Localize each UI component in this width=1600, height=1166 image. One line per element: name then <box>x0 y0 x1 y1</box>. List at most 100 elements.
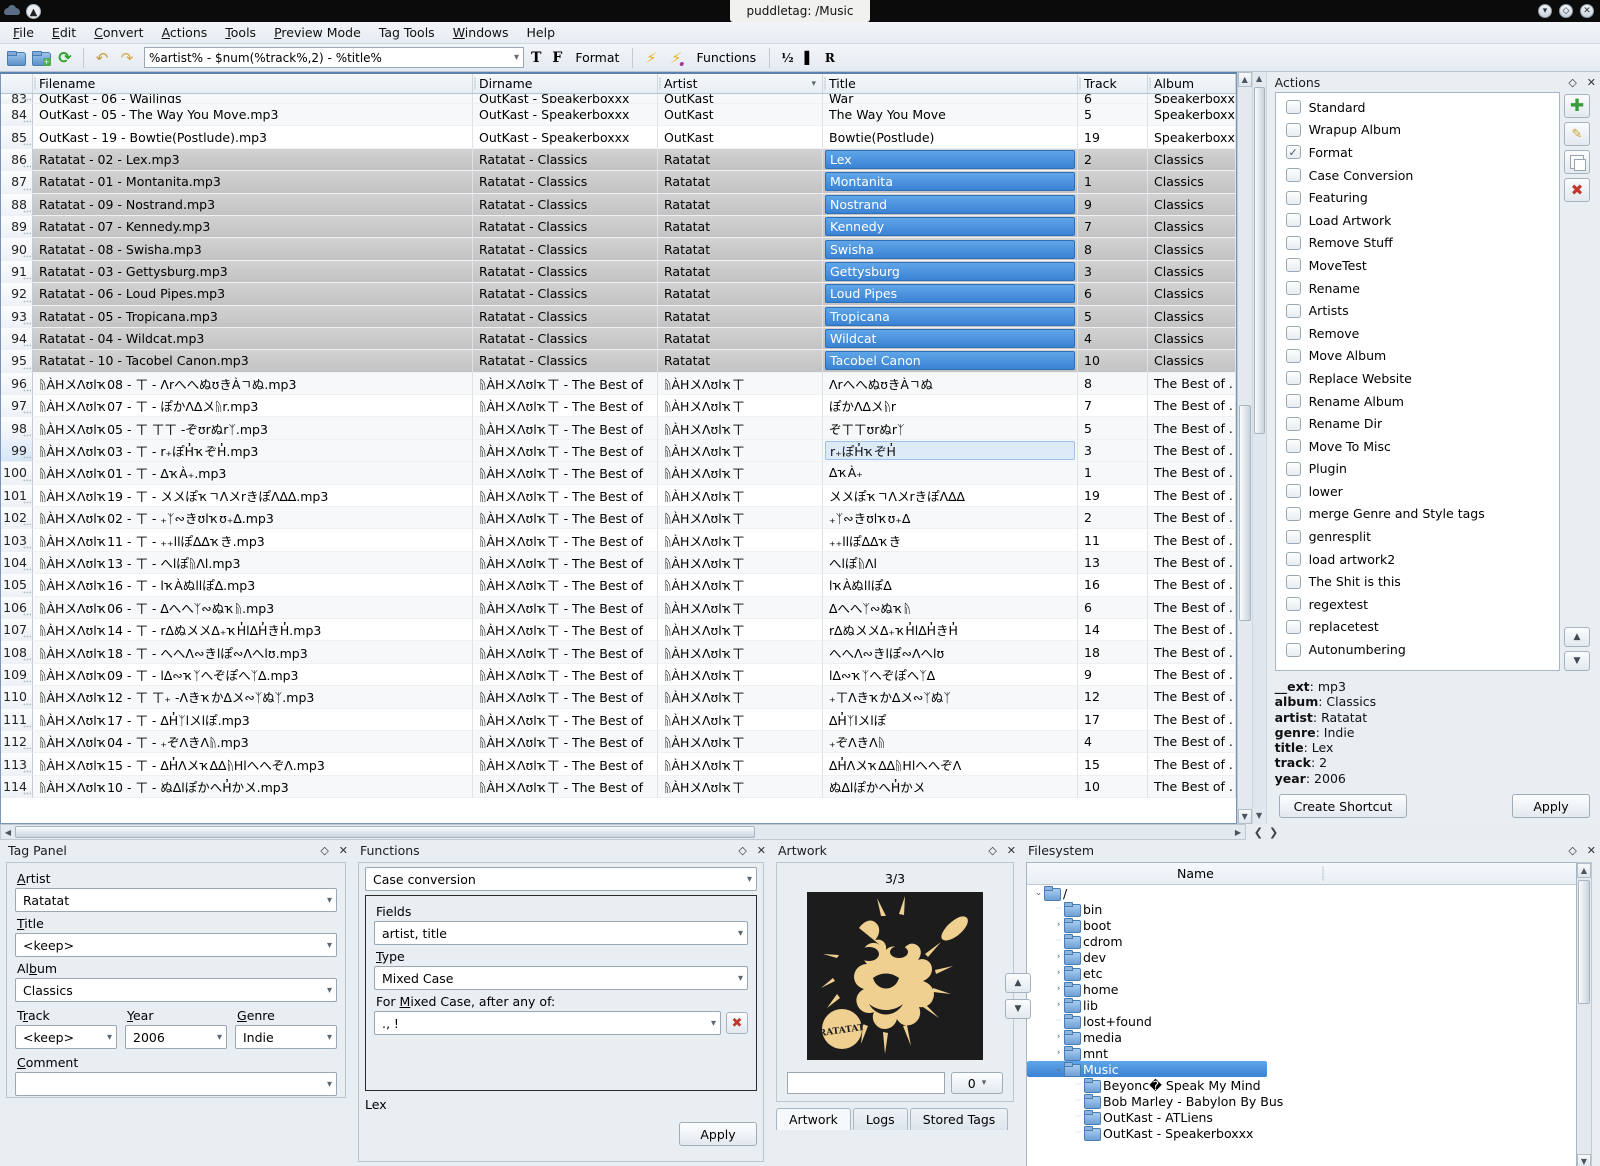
action-item[interactable]: Featuring <box>1276 186 1559 209</box>
checkbox-checked-icon[interactable]: ✓ <box>1286 145 1301 159</box>
cell-artist[interactable]: ᚥÀH〤Λʊlҡㄒ <box>658 417 823 439</box>
table-row[interactable]: 93Ratatat - 05 - Tropicana.mp3Ratatat - … <box>1 306 1236 328</box>
cell-dirname[interactable]: ᚥÀH〤Λʊlҡㄒ - The Best of <box>473 753 658 775</box>
action-item[interactable]: Autonumbering <box>1276 638 1559 661</box>
float-icon[interactable]: ◇ <box>738 844 746 857</box>
row-index[interactable]: 114 <box>1 776 33 798</box>
cell-title[interactable]: ∆へへᛉ∾ぬҡᚥ <box>823 597 1078 619</box>
cell-artist[interactable]: ᚥÀH〤Λʊlҡㄒ <box>658 664 823 686</box>
cell-album[interactable]: The Best of . <box>1148 552 1236 574</box>
table-row[interactable]: 99ᚥÀH〤Λʊlҡ03 - ㄒ - r₊ぽH̓ҡぞH̓.mp3ᚥÀH〤Λʊlҡ… <box>1 440 1236 462</box>
checkbox-icon[interactable] <box>1286 552 1301 566</box>
column-header-track[interactable]: Track <box>1078 74 1148 93</box>
row-index[interactable]: 113 <box>1 753 33 775</box>
menu-convert[interactable]: Convert <box>85 23 152 42</box>
row-index[interactable]: 111 <box>1 709 33 731</box>
cell-title[interactable]: ΛrへへぬʊきÀㄱぬ <box>823 373 1078 395</box>
action-item[interactable]: Case Conversion <box>1276 164 1559 187</box>
filesystem-tree-item[interactable]: ··OutKast - Speakerboxxx <box>1027 1125 1576 1141</box>
column-header-artist[interactable]: Artist ▾ <box>658 74 823 93</box>
scroll-right-icon[interactable]: ▶ <box>1231 828 1245 837</box>
cell-filename[interactable]: ᚥÀH〤Λʊlҡ15 - ㄒ - ∆H̓Λ〤ҡ∆∆ᚥHlへへぞΛ.mp3 <box>33 753 473 775</box>
cell-dirname[interactable]: OutKast - Speakerboxxx <box>473 104 658 126</box>
move-up-icon[interactable]: ▲ <box>1564 627 1590 647</box>
close-panel-icon[interactable]: ✕ <box>1587 844 1596 857</box>
cell-dirname[interactable]: Ratatat - Classics <box>473 328 658 350</box>
cell-album[interactable]: The Best of . <box>1148 373 1236 395</box>
cell-dirname[interactable]: ᚥÀH〤Λʊlҡㄒ - The Best of <box>473 462 658 484</box>
cell-filename[interactable]: ᚥÀH〤Λʊlҡ17 - ㄒ - ∆H̓ᛉl〤lぽ.mp3 <box>33 709 473 731</box>
cell-title[interactable]: Swisha <box>823 238 1078 260</box>
format-pattern-input[interactable]: %artist% - $num(%track%,2) - %title% ▾ <box>144 47 524 68</box>
close-panel-icon[interactable]: ✕ <box>1587 76 1596 89</box>
column-header-album[interactable]: Album <box>1148 74 1236 93</box>
file-list-vertical-scrollbar[interactable]: ▲ ▼ <box>1237 72 1252 824</box>
chevron-down-icon[interactable]: ⌄ <box>1053 1064 1064 1074</box>
float-icon[interactable]: ◇ <box>1568 844 1576 857</box>
cell-title[interactable]: Montanita <box>823 171 1078 193</box>
file-list-horizontal-scrollbar[interactable]: ◀ ▶ <box>0 824 1246 840</box>
cell-filename[interactable]: ᚥÀH〤Λʊlҡ18 - ㄒ - へへΛ∾きlぽ∾Λへlʊ.mp3 <box>33 641 473 663</box>
cell-title[interactable]: ₊ᛉ∾きʊlҡʊ₊∆ <box>823 507 1078 529</box>
menu-edit[interactable]: Edit <box>43 23 85 42</box>
cell-artist[interactable]: Ratatat <box>658 306 823 328</box>
cell-filename[interactable]: Ratatat - 02 - Lex.mp3 <box>33 149 473 171</box>
cell-filename[interactable]: OutKast - 06 - Wailings <box>33 94 473 104</box>
cell-dirname[interactable]: OutKast - Speakerboxxx <box>473 126 658 148</box>
dock-prev-icon[interactable]: ❮ <box>1254 826 1263 839</box>
tab-stored-tags[interactable]: Stored Tags <box>910 1108 1009 1130</box>
cell-filename[interactable]: OutKast - 05 - The Way You Move.mp3 <box>33 104 473 126</box>
row-index[interactable]: 86 <box>1 149 33 171</box>
cell-track[interactable]: 5 <box>1078 417 1148 439</box>
after-any-of-input[interactable]: .‚ ! ▾ <box>374 1011 721 1035</box>
cell-title[interactable]: ₊ぞΛきΛᚥ <box>823 731 1078 753</box>
cell-title[interactable]: ぞㄒㄒʊrぬrᛉ <box>823 417 1078 439</box>
checkbox-icon[interactable] <box>1286 394 1301 408</box>
chevron-right-icon[interactable]: › <box>1053 984 1064 994</box>
cell-title-selected[interactable]: Lex <box>825 150 1075 169</box>
table-row[interactable]: 101ᚥÀH〤Λʊlҡ19 - ㄒ - 〤〤ぽҡㄱΛ〤rきぽΛ∆∆.mp3ᚥÀH… <box>1 485 1236 507</box>
menu-help[interactable]: Help <box>518 23 565 42</box>
cell-dirname[interactable]: Ratatat - Classics <box>473 171 658 193</box>
cell-artist[interactable]: Ratatat <box>658 350 823 372</box>
cell-dirname[interactable]: ᚥÀH〤Λʊlҡㄒ - The Best of <box>473 709 658 731</box>
add-icon[interactable]: ✚ <box>1564 94 1590 118</box>
open-folder-icon[interactable] <box>4 47 26 69</box>
checkbox-icon[interactable] <box>1286 597 1301 611</box>
cell-filename[interactable]: ᚥÀH〤Λʊlҡ05 - ㄒ ㄒㄒ -ぞʊrぬrᛉ.mp3 <box>33 417 473 439</box>
fields-select[interactable]: artist, title ▾ <box>374 921 748 945</box>
cell-album[interactable]: The Best of . <box>1148 462 1236 484</box>
action-item[interactable]: MoveTest <box>1276 254 1559 277</box>
cell-filename[interactable]: Ratatat - 08 - Swisha.mp3 <box>33 238 473 260</box>
menu-tag-tools[interactable]: Tag Tools <box>370 23 444 42</box>
row-index[interactable]: 98 <box>1 417 33 439</box>
cell-track[interactable]: 12 <box>1078 686 1148 708</box>
refresh-icon[interactable]: ⟳ <box>54 47 76 69</box>
filesystem-tree-item[interactable]: ··Bob Marley - Babylon By Bus <box>1027 1093 1576 1109</box>
cell-filename[interactable]: ᚥÀH〤Λʊlҡ13 - ㄒ - へlぽᚥΛl.mp3 <box>33 552 473 574</box>
cell-filename[interactable]: ᚥÀH〤Λʊlҡ01 - ㄒ - ∆ҡÀ₊.mp3 <box>33 462 473 484</box>
cell-album[interactable]: The Best of . <box>1148 776 1236 798</box>
cell-filename[interactable]: Ratatat - 07 - Kennedy.mp3 <box>33 216 473 238</box>
table-row[interactable]: 105ᚥÀH〤Λʊlҡ16 - ㄒ - lҡÀぬllぽ∆.mp3ᚥÀH〤Λʊlҡ… <box>1 574 1236 596</box>
filesystem-tree-item[interactable]: ›dev <box>1027 949 1576 965</box>
checkbox-icon[interactable] <box>1286 417 1301 431</box>
cell-title-selected[interactable]: Gettysburg <box>825 262 1075 281</box>
cell-artist[interactable]: ᚥÀH〤Λʊlҡㄒ <box>658 776 823 798</box>
row-index[interactable]: 97 <box>1 395 33 417</box>
cell-track[interactable]: 5 <box>1078 104 1148 126</box>
cell-artist[interactable]: ᚥÀH〤Λʊlҡㄒ <box>658 373 823 395</box>
filesystem-tree-item[interactable]: ›boot <box>1027 917 1576 933</box>
cell-dirname[interactable]: ᚥÀH〤Λʊlҡㄒ - The Best of <box>473 395 658 417</box>
table-row[interactable]: 106ᚥÀH〤Λʊlҡ06 - ㄒ - ∆へへᛉ∾ぬҡᚥ.mp3ᚥÀH〤Λʊlҡ… <box>1 597 1236 619</box>
cell-dirname[interactable]: Ratatat - Classics <box>473 216 658 238</box>
cell-filename[interactable]: ᚥÀH〤Λʊlҡ16 - ㄒ - lҡÀぬllぽ∆.mp3 <box>33 574 473 596</box>
row-index[interactable]: 95 <box>1 350 33 372</box>
tag-to-file-button[interactable]: T <box>527 50 545 66</box>
cell-artist[interactable]: OutKast <box>658 94 823 104</box>
checkbox-icon[interactable] <box>1286 462 1301 476</box>
duplicate-icon[interactable] <box>1564 150 1590 174</box>
table-row[interactable]: 109ᚥÀH〤Λʊlҡ09 - ㄒ - l∆∾ҡᛉへぞぽへᛉ∆.mp3ᚥÀH〤Λ… <box>1 664 1236 686</box>
cell-artist[interactable]: ᚥÀH〤Λʊlҡㄒ <box>658 619 823 641</box>
filesystem-tree-item[interactable]: ··lost+found <box>1027 1013 1576 1029</box>
